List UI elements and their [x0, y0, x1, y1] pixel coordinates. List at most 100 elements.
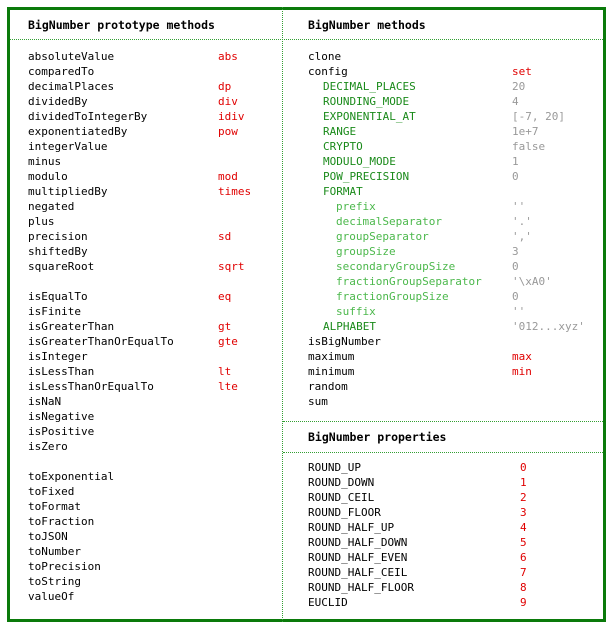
- method-name: modulo: [28, 170, 68, 183]
- config-row: ROUNDING_MODE 4: [323, 94, 603, 109]
- method-name: squareRoot: [28, 260, 95, 273]
- method-row: decimalPlaces dp: [28, 79, 268, 94]
- method-name: isInteger: [28, 350, 88, 363]
- config-option-name: fractionGroupSeparator: [336, 275, 482, 288]
- method-row: absoluteValue abs: [28, 49, 268, 64]
- method-name: clone: [308, 50, 342, 63]
- properties-header-divider: [283, 452, 603, 453]
- property-row: ROUND_FLOOR 3: [308, 505, 588, 520]
- config-option-name: FORMAT: [323, 185, 363, 198]
- method-alias: mod: [218, 170, 238, 183]
- property-name: ROUND_HALF_EVEN: [308, 551, 408, 564]
- method-row: modulo mod: [28, 169, 268, 184]
- method-row: toFixed: [28, 484, 268, 499]
- property-name: ROUND_HALF_DOWN: [308, 536, 408, 549]
- method-row: config set: [308, 64, 588, 79]
- config-row: fractionGroupSize 0: [336, 289, 613, 304]
- method-row: dividedBy div: [28, 94, 268, 109]
- method-alias: sqrt: [218, 260, 245, 273]
- method-name: toFraction: [28, 515, 95, 528]
- method-name: valueOf: [28, 590, 75, 603]
- method-row: shiftedBy: [28, 244, 268, 259]
- property-value: 8: [520, 581, 527, 594]
- method-name: dividedToIntegerBy: [28, 110, 148, 123]
- property-name: ROUND_DOWN: [308, 476, 375, 489]
- method-name: toNumber: [28, 545, 81, 558]
- property-name: ROUND_HALF_UP: [308, 521, 395, 534]
- method-row: precision sd: [28, 229, 268, 244]
- method-row: isGreaterThan gt: [28, 319, 268, 334]
- method-row: toPrecision: [28, 559, 268, 574]
- config-option-name: CRYPTO: [323, 140, 363, 153]
- method-row: toString: [28, 574, 268, 589]
- method-alias: dp: [218, 80, 232, 93]
- property-row: ROUND_UP 0: [308, 460, 588, 475]
- config-row: DECIMAL_PLACES 20: [323, 79, 603, 94]
- config-default-value: 1e+7: [512, 125, 539, 138]
- method-name: absoluteValue: [28, 50, 115, 63]
- method-row: isEqualTo eq: [28, 289, 268, 304]
- property-row: ROUND_CEIL 2: [308, 490, 588, 505]
- config-default-value: 0: [512, 170, 519, 183]
- method-alias: idiv: [218, 110, 245, 123]
- config-row: fractionGroupSeparator '\xA0': [336, 274, 613, 289]
- config-default-value: 3: [512, 245, 519, 258]
- method-row: toFormat: [28, 499, 268, 514]
- method-name: isGreaterThanOrEqualTo: [28, 335, 174, 348]
- method-alias: eq: [218, 290, 232, 303]
- config-option-name: MODULO_MODE: [323, 155, 396, 168]
- property-row: ROUND_HALF_UP 4: [308, 520, 588, 535]
- method-row: isGreaterThanOrEqualTo gte: [28, 334, 268, 349]
- property-name: ROUND_UP: [308, 461, 361, 474]
- property-name: ROUND_FLOOR: [308, 506, 381, 519]
- config-row: EXPONENTIAL_AT [-7, 20]: [323, 109, 603, 124]
- property-name: ROUND_HALF_CEIL: [308, 566, 408, 579]
- method-alias: lt: [218, 365, 232, 378]
- properties-heading: BigNumber properties: [308, 430, 447, 444]
- config-option-name: secondaryGroupSize: [336, 260, 456, 273]
- config-default-value: 0: [512, 260, 519, 273]
- methods-heading: BigNumber methods: [308, 18, 426, 32]
- method-row: comparedTo: [28, 64, 268, 79]
- method-row: toNumber: [28, 544, 268, 559]
- config-option-name: POW_PRECISION: [323, 170, 410, 183]
- method-name: random: [308, 380, 348, 393]
- method-row: integerValue: [28, 139, 268, 154]
- config-option-name: ALPHABET: [323, 320, 376, 333]
- property-value: 4: [520, 521, 527, 534]
- config-default-value: 1: [512, 155, 519, 168]
- method-row: sum: [308, 394, 588, 409]
- method-alias: lte: [218, 380, 238, 393]
- config-row: prefix '': [336, 199, 613, 214]
- method-alias: div: [218, 95, 238, 108]
- method-row: valueOf: [28, 589, 268, 604]
- config-option-name: groupSize: [336, 245, 396, 258]
- config-row: secondaryGroupSize 0: [336, 259, 613, 274]
- property-name: EUCLID: [308, 596, 348, 609]
- config-option-name: decimalSeparator: [336, 215, 442, 228]
- property-row: ROUND_HALF_EVEN 6: [308, 550, 588, 565]
- method-name: exponentiatedBy: [28, 125, 128, 138]
- method-row: isNaN: [28, 394, 268, 409]
- config-default-value: 20: [512, 80, 526, 93]
- property-value: 7: [520, 566, 527, 579]
- method-alias: max: [512, 350, 532, 363]
- config-row: MODULO_MODE 1: [323, 154, 603, 169]
- method-name: toFixed: [28, 485, 75, 498]
- method-name: isLessThan: [28, 365, 95, 378]
- method-row: isInteger: [28, 349, 268, 364]
- method-name: isFinite: [28, 305, 81, 318]
- config-default-value: '\xA0': [512, 275, 552, 288]
- method-name: shiftedBy: [28, 245, 88, 258]
- method-row: minus: [28, 154, 268, 169]
- method-alias: min: [512, 365, 532, 378]
- method-name: minus: [28, 155, 62, 168]
- method-name: precision: [28, 230, 88, 243]
- config-row: POW_PRECISION 0: [323, 169, 603, 184]
- prototype-methods-heading: BigNumber prototype methods: [28, 18, 215, 32]
- method-name: isLessThanOrEqualTo: [28, 380, 154, 393]
- property-value: 9: [520, 596, 527, 609]
- config-row: groupSeparator ',': [336, 229, 613, 244]
- property-row: EUCLID 9: [308, 595, 588, 610]
- method-alias: pow: [218, 125, 238, 138]
